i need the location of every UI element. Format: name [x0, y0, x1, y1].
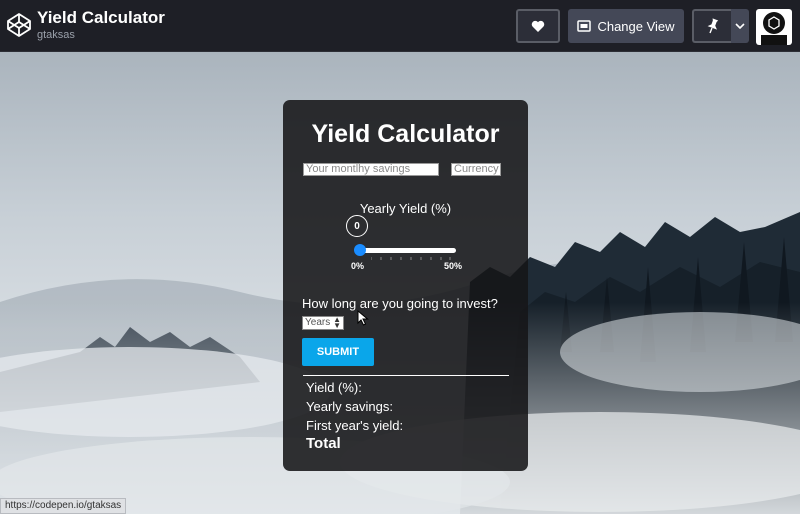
change-view-label: Change View [597, 18, 675, 34]
yield-slider-thumb[interactable] [354, 244, 366, 256]
yield-slider-track[interactable] [358, 248, 456, 253]
change-view-button[interactable]: Change View [568, 9, 684, 43]
user-avatar[interactable] [756, 9, 792, 45]
pen-title[interactable]: Yield Calculator [37, 8, 165, 28]
avatar-icon [761, 12, 787, 45]
layout-icon [577, 20, 592, 32]
result-yield: Yield (%): [306, 380, 362, 395]
pin-dropdown-button[interactable] [731, 9, 749, 43]
mouse-cursor-icon [357, 310, 369, 326]
invest-duration-question: How long are you going to invest? [302, 296, 498, 311]
slider-value-bubble: 0 [346, 215, 368, 237]
pen-author[interactable]: gtaksas [37, 29, 75, 41]
yearly-yield-label: Yearly Yield (%) [359, 201, 452, 216]
period-select-value: Years [305, 317, 331, 328]
period-select[interactable]: Years ▲ ▼ [302, 316, 344, 330]
heart-icon [531, 20, 545, 32]
card-title: Yield Calculator [311, 120, 500, 148]
result-yearly-savings: Yearly savings: [306, 399, 393, 414]
pin-button[interactable] [692, 9, 732, 43]
result-first-year-yield: First year's yield: [306, 418, 404, 433]
top-bar: Yield Calculator gtaksas Change View [0, 0, 800, 52]
calculator-card: Yield Calculator Your montlhy savings Cu… [283, 100, 528, 471]
submit-button[interactable]: SUBMIT [302, 338, 374, 366]
currency-input[interactable]: Currency [451, 163, 501, 176]
slider-ticks [371, 257, 451, 260]
results-divider [303, 375, 509, 376]
select-arrows-icon: ▲ ▼ [333, 315, 341, 330]
slider-max-label: 50% [444, 261, 463, 271]
slider-min-label: 0% [351, 261, 365, 271]
status-bar-url: https://codepen.io/gtaksas [0, 498, 127, 514]
codepen-logo-icon[interactable] [6, 12, 32, 38]
chevron-down-icon [735, 23, 745, 29]
monthly-savings-input[interactable]: Your montlhy savings [303, 163, 439, 176]
love-button[interactable] [516, 9, 560, 43]
result-total: Total [306, 435, 341, 452]
pin-icon [707, 18, 719, 34]
